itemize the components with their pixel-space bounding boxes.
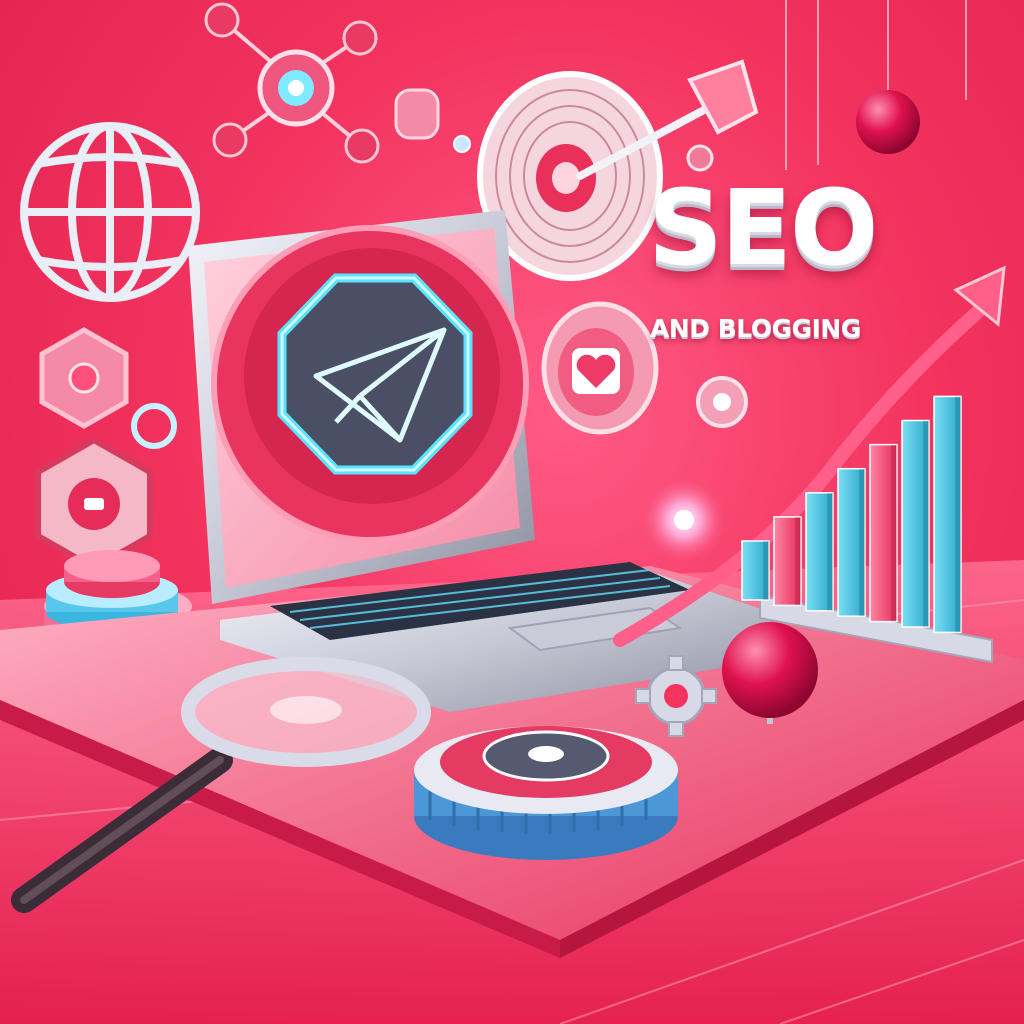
chart-bar-shade <box>891 444 897 622</box>
chart-bar-shade <box>859 468 865 617</box>
chart-bar-shade <box>827 492 833 611</box>
page-subtitle: AND BLOGGING <box>650 314 861 343</box>
page-title: SEO <box>648 167 878 289</box>
chart-bar-shade <box>763 541 769 600</box>
growth-bar-chart <box>741 395 962 634</box>
chart-bar-shade <box>923 420 929 627</box>
chart-bar-shade <box>955 396 961 633</box>
chart-bar-shade <box>795 516 801 606</box>
